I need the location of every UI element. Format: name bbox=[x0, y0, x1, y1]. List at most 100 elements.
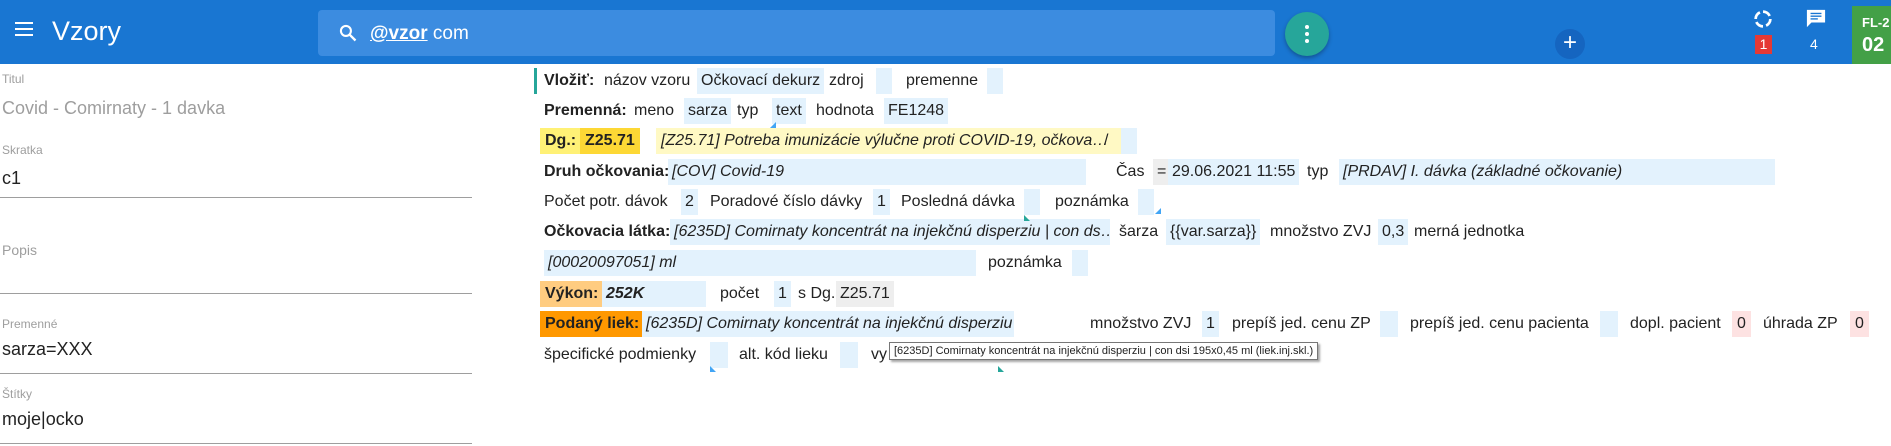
search-keyword: @vzor bbox=[370, 23, 428, 44]
drug-field[interactable]: [6235D] Comirnaty koncentrát na injekčnú… bbox=[642, 311, 1014, 337]
premenne-field[interactable]: Premenné sarza=XXX bbox=[0, 317, 472, 375]
text: / bbox=[1104, 132, 1109, 149]
user-badge-line2: 02 bbox=[1862, 34, 1885, 56]
source-field[interactable] bbox=[876, 68, 892, 94]
text: hodnota bbox=[816, 102, 874, 119]
text: dopl. pacient bbox=[1630, 315, 1721, 332]
batch-field[interactable]: {{var.sarza}} bbox=[1166, 219, 1261, 245]
sync-badge: 1 bbox=[1755, 35, 1772, 54]
patient-price-field[interactable] bbox=[1600, 311, 1618, 337]
insurer-payment-field[interactable]: 0 bbox=[1850, 311, 1869, 337]
text: Počet potr. dávok bbox=[544, 193, 668, 210]
procedure-label: Výkon: bbox=[540, 281, 604, 307]
vaccine-field[interactable]: [6235D] Comirnaty koncentrát na injekčnú… bbox=[670, 219, 1110, 245]
vaccination-type-label: Druh očkovania: bbox=[544, 163, 670, 180]
diagnosis-field[interactable]: [Z25.71] Potreba imunizácie výlučne prot… bbox=[656, 128, 1121, 154]
drug-tooltip: [6235D] Comirnaty koncentrát na injekčnú… bbox=[889, 342, 1319, 360]
variable-value-field[interactable]: FE1248 bbox=[884, 98, 949, 124]
dose-type-field[interactable]: [PRDAV] I. dávka (základné očkovanie) bbox=[1339, 159, 1775, 185]
dose-number-field[interactable]: 1 bbox=[873, 189, 890, 215]
stitky-field[interactable]: Štítky moje|ocko bbox=[0, 387, 472, 445]
text: vy bbox=[871, 346, 887, 363]
template-editor[interactable]: Vložiť: názov vzoru Očkovací dekurz zdro… bbox=[534, 64, 1891, 446]
alt-drug-code-field[interactable] bbox=[840, 342, 858, 368]
variable-label: Premenná: bbox=[544, 102, 627, 119]
text: poznámka bbox=[988, 254, 1062, 271]
sync-icon[interactable] bbox=[1752, 8, 1774, 30]
text: zdroj bbox=[829, 72, 864, 89]
messages-count: 4 bbox=[1810, 36, 1818, 52]
variable-name-field[interactable]: sarza bbox=[684, 98, 732, 124]
corner-marker bbox=[1024, 215, 1030, 221]
variable-type-field[interactable]: text bbox=[772, 98, 806, 124]
text: Čas bbox=[1116, 163, 1145, 180]
dot bbox=[1305, 39, 1309, 43]
procedure-count-field[interactable]: 1 bbox=[774, 281, 791, 307]
template-name-field[interactable]: Očkovací dekurz bbox=[697, 68, 825, 94]
variables-field[interactable] bbox=[987, 68, 1003, 94]
text: typ bbox=[1307, 163, 1329, 180]
text: názov vzoru bbox=[604, 72, 691, 89]
page-title: Vzory bbox=[52, 16, 122, 46]
patient-copay-field[interactable]: 0 bbox=[1732, 311, 1751, 337]
dot bbox=[1305, 25, 1309, 29]
text: počet bbox=[720, 285, 760, 302]
secondary-diagnosis-field[interactable] bbox=[1121, 128, 1137, 154]
vaccination-type-field[interactable]: [COV] Covid-19 bbox=[668, 159, 1086, 185]
required-doses-field[interactable]: 2 bbox=[681, 189, 698, 215]
quantity-field[interactable]: 0,3 bbox=[1378, 219, 1409, 245]
text: premenne bbox=[906, 72, 979, 89]
note-field[interactable] bbox=[1138, 189, 1154, 215]
vaccine-label: Očkovacia látka: bbox=[544, 223, 671, 240]
unit-field[interactable]: [00020097051] ml bbox=[544, 250, 976, 276]
titul-label: Titul bbox=[2, 72, 25, 86]
special-conditions-field[interactable] bbox=[710, 342, 728, 368]
corner-marker bbox=[998, 366, 1004, 372]
text: poznámka bbox=[1055, 193, 1129, 210]
premenne-underline bbox=[0, 373, 472, 374]
titul-field[interactable]: Titul Covid - Comirnaty - 1 davka bbox=[0, 72, 472, 134]
administered-drug-label: Podaný liek: bbox=[540, 311, 645, 337]
stitky-value: moje|ocko bbox=[2, 409, 84, 429]
popis-field[interactable]: Popis bbox=[0, 240, 472, 296]
note-field[interactable] bbox=[1072, 250, 1088, 276]
drug-quantity-field[interactable]: 1 bbox=[1202, 311, 1219, 337]
stitky-underline bbox=[0, 443, 472, 444]
popis-underline bbox=[0, 293, 472, 294]
text: špecifické podmienky bbox=[544, 346, 697, 363]
menu-icon[interactable] bbox=[10, 18, 38, 46]
text: alt. kód lieku bbox=[739, 346, 828, 363]
skratka-field[interactable]: Skratka c1 bbox=[0, 143, 472, 203]
search-query: com bbox=[427, 23, 469, 44]
insert-label: Vložiť: bbox=[544, 72, 595, 89]
top-app-bar: Vzory @vzor com + 1 4 FL-2 02 bbox=[0, 0, 1891, 64]
search-input[interactable]: @vzor com bbox=[370, 23, 469, 45]
insurer-price-field[interactable] bbox=[1380, 311, 1398, 337]
row-accent bbox=[534, 68, 537, 94]
search-bar[interactable]: @vzor com + bbox=[318, 10, 1585, 59]
add-icon[interactable]: + bbox=[1555, 29, 1585, 59]
text: Poradové číslo dávky bbox=[710, 193, 863, 210]
text: šarza bbox=[1119, 223, 1159, 240]
more-options-button[interactable] bbox=[1285, 12, 1329, 56]
dot bbox=[1305, 32, 1309, 36]
skratka-underline bbox=[0, 197, 472, 198]
stitky-label: Štítky bbox=[2, 387, 33, 401]
time-field[interactable]: 29.06.2021 11:55 bbox=[1168, 159, 1300, 185]
procedure-diagnosis-field[interactable]: Z25.71 bbox=[836, 281, 894, 307]
premenne-value: sarza=XXX bbox=[2, 339, 93, 359]
premenne-label: Premenné bbox=[2, 317, 58, 331]
user-badge[interactable]: FL-2 02 bbox=[1852, 6, 1891, 64]
procedure-field[interactable]: 252K bbox=[602, 281, 706, 307]
last-dose-field[interactable] bbox=[1024, 189, 1040, 215]
search-icon bbox=[339, 24, 357, 42]
diagnosis-code[interactable]: Z25.71 bbox=[580, 128, 640, 154]
corner-marker bbox=[1155, 208, 1161, 214]
chat-icon[interactable] bbox=[1805, 8, 1827, 28]
popis-label: Popis bbox=[2, 242, 38, 258]
text: prepíš jed. cenu ZP bbox=[1232, 315, 1371, 332]
corner-marker bbox=[710, 366, 716, 372]
corner-marker bbox=[770, 122, 776, 128]
text: typ bbox=[737, 102, 759, 119]
text: prepíš jed. cenu pacienta bbox=[1410, 315, 1589, 332]
